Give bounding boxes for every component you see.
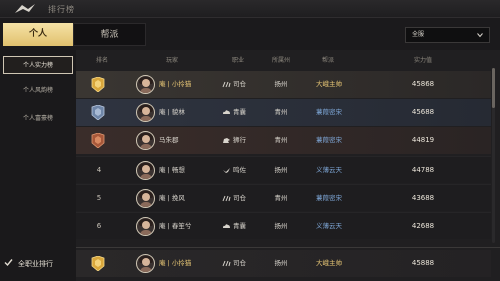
player-class: 司仓 [233,259,246,267]
page-title: 排行榜 [48,5,75,14]
player-score: 42688 [411,222,435,230]
player-guild: 大峨主帅 [316,259,342,267]
table-row[interactable]: 庵 | 小拎猫 司仓 扬州 大峨主帅 45868 [76,71,491,98]
player-guild: 蒹葭密宋 [316,108,342,116]
server-scope-value: 全服 [412,31,425,38]
player-score: 45688 [411,108,435,116]
column-header-guild: 帮派 [321,57,334,64]
player-state: 扬州 [274,222,288,230]
table-row[interactable]: 5 庵 | 挽风 司仓 青州 蒹葭密宋 43688 [76,184,491,211]
column-header-rank: 排名 [95,57,108,64]
player-class: 鸣佐 [233,166,246,174]
bird-icon [223,168,230,173]
gold-rank-badge-icon [91,77,105,92]
player-guild: 义薄云天 [316,166,342,174]
bronze-rank-badge-icon [91,133,105,148]
column-header-player: 玩家 [165,57,178,64]
lion-icon [223,138,230,143]
rank-number: 6 [96,222,102,230]
silver-rank-badge-icon [91,105,105,120]
player-class: 青囊 [233,222,246,230]
top-bar: 排行榜 [0,0,500,18]
claw-icon [222,195,231,202]
player-name: 庵 | 挽风 [159,194,185,202]
player-name: 庵 | 貌林 [159,108,185,116]
table-row[interactable]: 6 庵 | 春笙兮 青囊 扬州 义薄云天 42688 [76,212,491,239]
player-guild: 大峨主帅 [316,80,342,88]
player-guild: 蒹葭密宋 [316,194,342,202]
column-header-score: 实力值 [413,57,432,64]
cloud-icon [223,110,230,114]
player-name: 庵 | 小拎猫 [159,80,192,88]
player-avatar [136,217,155,236]
player-score: 43688 [411,194,435,202]
player-avatar [136,103,155,122]
table-row[interactable]: 庵 | 貌林 青囊 青州 蒹葭密宋 45688 [76,99,491,126]
sidebar-item-strength-ranking[interactable]: 个人实力榜 [3,56,73,74]
player-name: 马朱郡 [159,136,179,144]
my-rank-divider [76,247,500,248]
player-guild: 蒹葭密宋 [316,136,342,144]
rank-number: 5 [96,194,102,202]
player-class: 司仓 [233,194,246,202]
player-class: 司仓 [233,80,246,88]
player-guild: 义薄云天 [316,222,342,230]
all-classes-checkbox[interactable] [4,258,13,267]
player-name: 庵 | 春笙兮 [159,222,192,230]
tab-personal[interactable]: 个人 [3,23,73,46]
player-name: 庵 | 小拎猫 [159,259,192,267]
table-row[interactable]: 4 庵 | 畅想 鸣佐 扬州 义薄云天 44788 [76,156,491,183]
player-class: 青囊 [233,108,246,116]
player-avatar [136,161,155,180]
claw-icon [222,260,231,267]
player-score: 44819 [411,136,435,144]
table-scrollbar-thumb[interactable] [492,68,495,108]
game-logo-icon [15,4,35,13]
player-avatar [136,254,155,273]
player-name: 庵 | 畅想 [159,166,185,174]
chevron-down-icon [477,33,483,38]
table-row[interactable]: 马朱郡 狮行 青州 蒹葭密宋 44819 [76,127,491,154]
player-score: 45868 [411,80,435,88]
my-rank-row[interactable]: 庵 | 小拎猫 司仓 扬州 大峨主帅 45888 [76,250,491,277]
claw-icon [222,81,231,88]
player-state: 青州 [274,136,288,144]
column-header-class: 职业 [231,57,244,64]
player-state: 青州 [274,194,288,202]
server-scope-select[interactable]: 全服 [405,27,490,43]
gold-rank-badge-icon [91,256,105,271]
cloud-icon [223,224,230,228]
rank-number: 4 [96,166,102,174]
player-avatar [136,75,155,94]
player-score: 45888 [411,259,435,267]
player-state: 青州 [274,108,288,116]
tab-guild[interactable]: 帮派 [73,23,146,46]
player-score: 44788 [411,166,435,174]
player-class: 狮行 [233,136,246,144]
player-avatar [136,131,155,150]
sidebar-item-charm-ranking[interactable]: 个人风韵榜 [3,82,73,100]
column-header-state: 所属州 [271,57,290,64]
player-avatar [136,189,155,208]
player-state: 扬州 [274,259,288,267]
sidebar-item-wealth-ranking[interactable]: 个人富豪榜 [3,110,73,128]
table-header: 排名 玩家 职业 所属州 帮派 实力值 [76,53,500,67]
player-state: 扬州 [274,166,288,174]
all-classes-label[interactable]: 全职业排行 [18,259,53,269]
player-state: 扬州 [274,80,288,88]
